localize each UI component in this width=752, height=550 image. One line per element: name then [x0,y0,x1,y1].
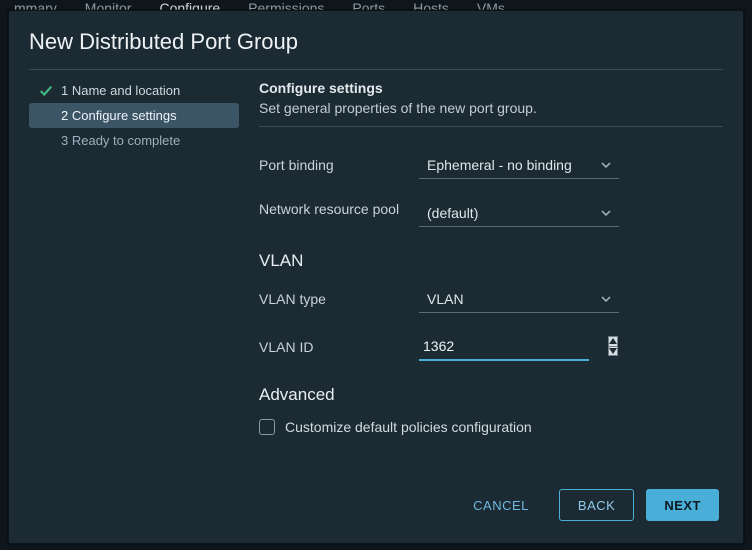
wizard-steps: 1 Name and location 2 Configure settings… [29,78,239,471]
cancel-button[interactable]: CANCEL [455,489,547,521]
step-ready-to-complete[interactable]: 3 Ready to complete [29,128,239,153]
vlan-type-value: VLAN [427,291,464,307]
vlan-id-input[interactable] [419,338,608,354]
vlan-id-label: VLAN ID [259,339,419,355]
spacer [39,109,53,123]
chevron-down-icon [601,294,611,304]
customize-policies-label: Customize default policies configuration [285,419,532,435]
stepper-down-icon[interactable] [609,346,617,356]
network-resource-pool-value: (default) [427,205,478,221]
port-binding-select[interactable]: Ephemeral - no binding [419,151,619,179]
dialog-title: New Distributed Port Group [9,11,743,69]
divider [259,126,723,127]
vlan-id-stepper[interactable] [608,336,618,356]
customize-policies-checkbox[interactable] [259,419,275,435]
network-resource-pool-label: Network resource pool [259,199,419,220]
port-binding-value: Ephemeral - no binding [427,157,572,173]
section-title: Configure settings [259,80,723,96]
chevron-down-icon [601,160,611,170]
vlan-type-select[interactable]: VLAN [419,285,619,313]
port-binding-label: Port binding [259,157,419,173]
step-name-and-location[interactable]: 1 Name and location [29,78,239,103]
wizard-dialog: New Distributed Port Group 1 Name and lo… [8,10,744,544]
step-configure-settings[interactable]: 2 Configure settings [29,103,239,128]
stepper-up-icon[interactable] [609,337,617,346]
back-button[interactable]: BACK [559,489,634,521]
advanced-heading: Advanced [259,385,723,405]
dialog-footer: CANCEL BACK NEXT [9,471,743,543]
chevron-down-icon [601,208,611,218]
network-resource-pool-select[interactable]: (default) [419,199,619,227]
next-button[interactable]: NEXT [646,489,719,521]
step-label: 2 Configure settings [61,108,177,123]
vlan-heading: VLAN [259,251,723,271]
section-desc: Set general properties of the new port g… [259,100,723,116]
configure-content: Configure settings Set general propertie… [259,78,723,471]
vlan-type-label: VLAN type [259,291,419,307]
step-label: 1 Name and location [61,83,180,98]
check-icon [39,84,53,98]
vlan-id-input-wrap [419,333,589,361]
step-label: 3 Ready to complete [61,133,180,148]
spacer [39,134,53,148]
